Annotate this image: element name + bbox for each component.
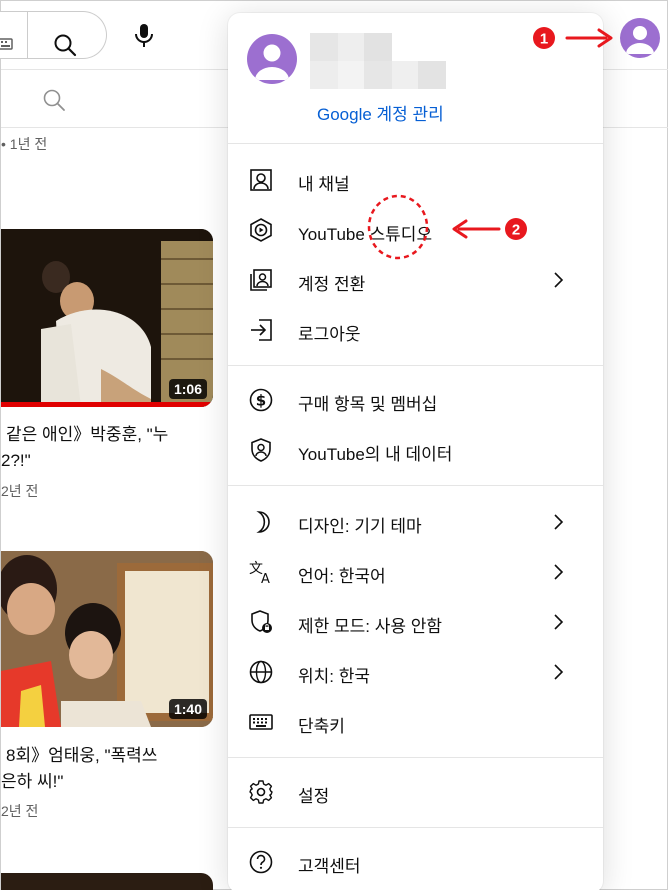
annotation-highlight-circle	[367, 194, 429, 260]
annotation-marker-2-number: 2	[512, 222, 520, 239]
annotation-marker-1-number: 1	[540, 31, 548, 48]
annotation-overlay: 1 2	[367, 27, 613, 260]
